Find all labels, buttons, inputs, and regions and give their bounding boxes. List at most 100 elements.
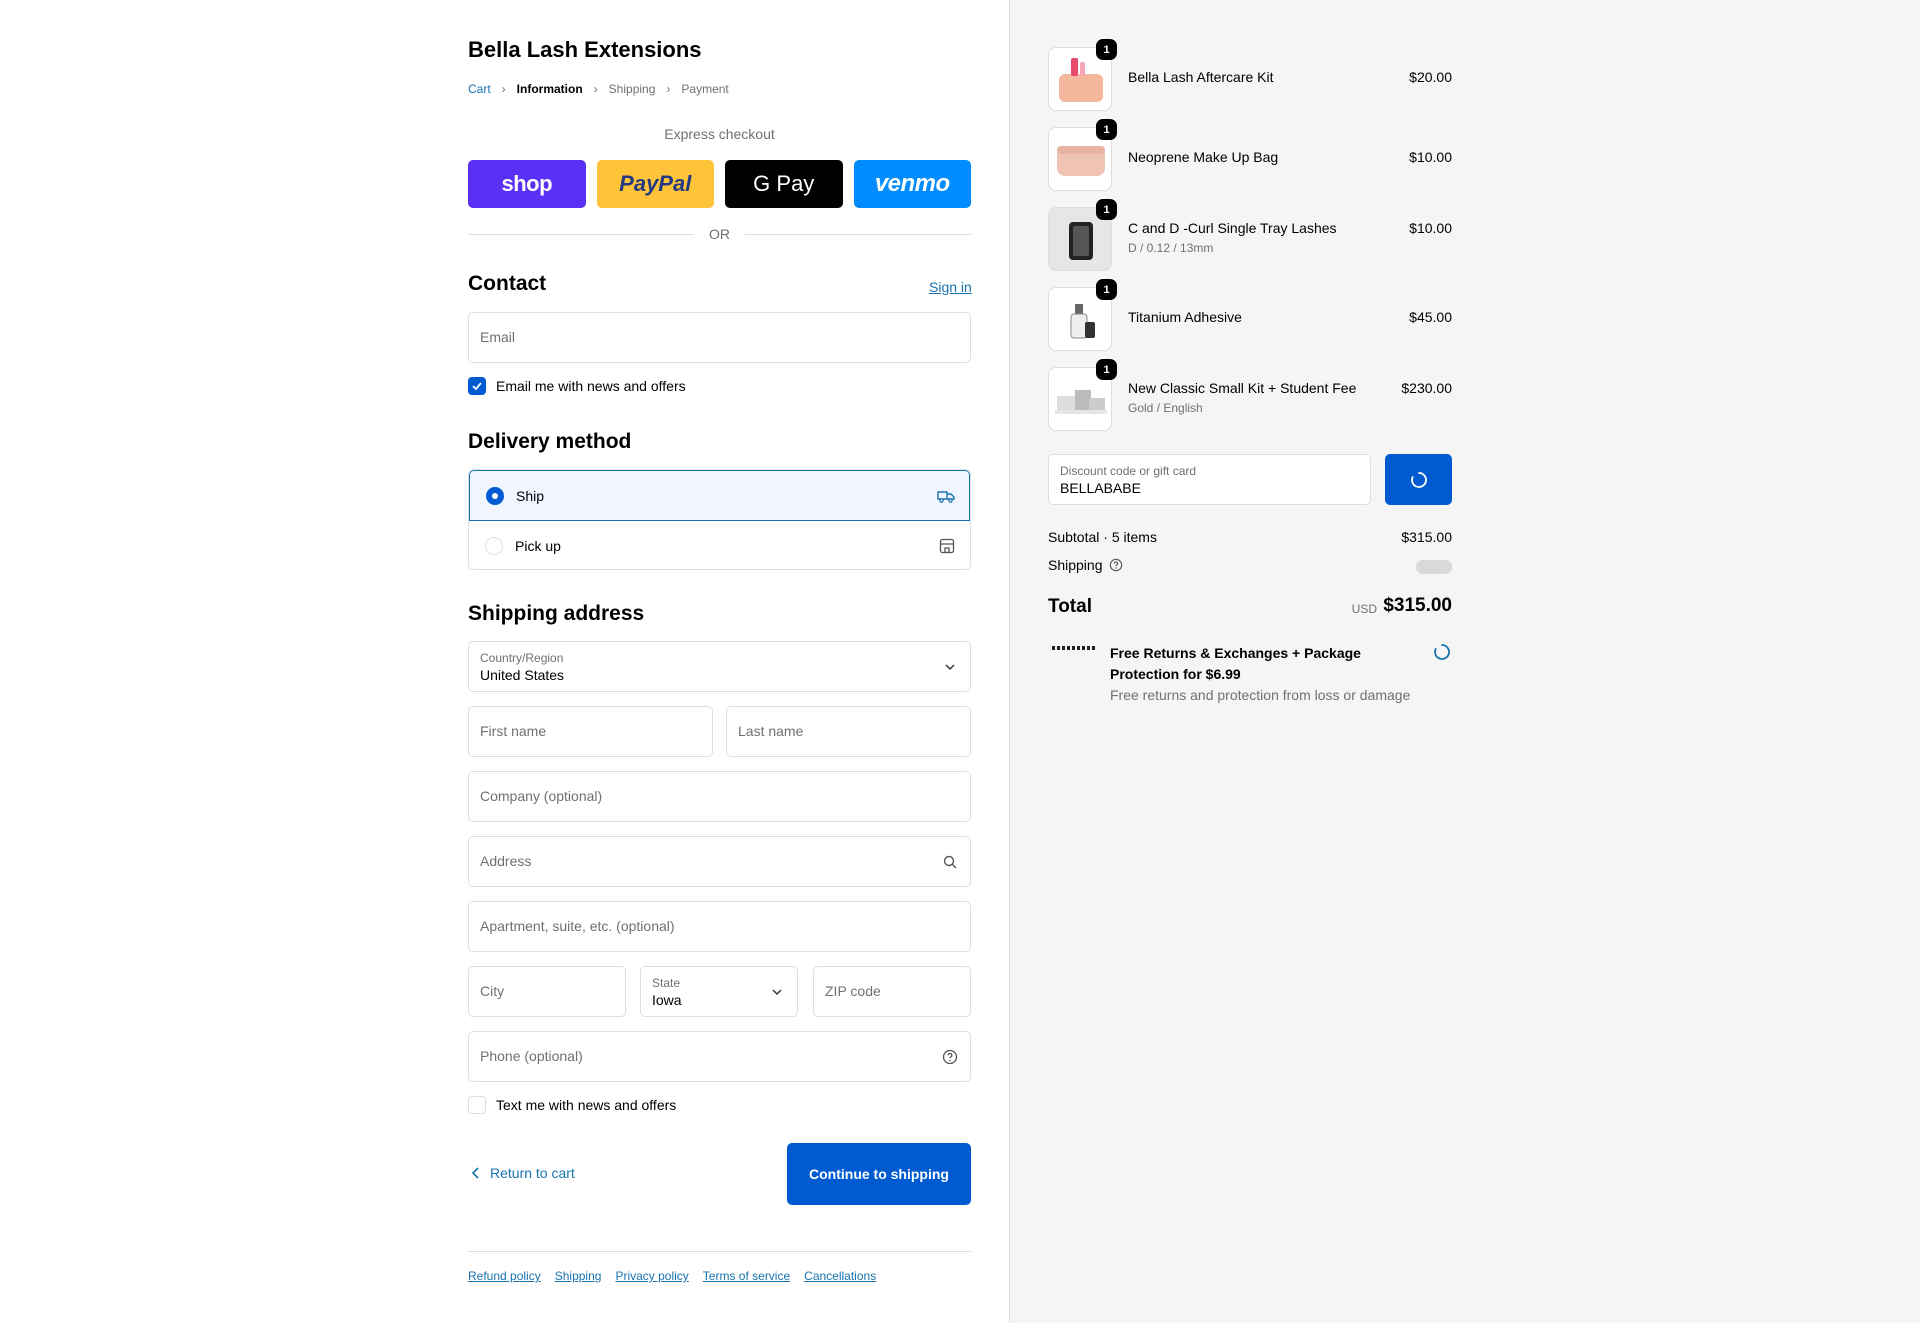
delivery-options: Ship Pick up [468,469,971,570]
chevron-left-icon [471,1167,479,1179]
company-field[interactable]: Company (optional) [468,771,971,822]
phone-field[interactable]: Phone (optional) [468,1031,971,1082]
address-field[interactable]: Address [468,836,971,887]
state-value: Iowa [652,992,682,1008]
zip-placeholder: ZIP code [825,983,881,999]
ship-label: Ship [516,487,545,504]
help-icon[interactable] [942,1049,958,1065]
breadcrumb: Cart › Information › Shipping › Payment [468,82,729,96]
pickup-radio[interactable] [485,537,503,555]
last-name-field[interactable]: Last name [726,706,971,757]
ship-radio[interactable] [486,486,504,505]
email-news-checkbox-row[interactable]: Email me with news and offers [468,377,686,395]
express-checkout-buttons: shop PayPal G Pay venmo [468,160,971,208]
sign-in-link[interactable]: Sign in [929,279,972,295]
privacy-policy-link[interactable]: Privacy policy [615,1269,688,1283]
delivery-option-pickup[interactable]: Pick up [469,521,970,569]
google-pay-logo: G Pay [753,171,815,196]
package-protection-offer[interactable]: Free Returns & Exchanges + Package Prote… [1048,642,1452,703]
item-variant: Gold / English [1128,401,1203,415]
order-item: 1 New Classic Small Kit + Student Fee Go… [1048,359,1452,431]
city-field[interactable]: City [468,966,626,1017]
apply-discount-button[interactable] [1385,454,1452,505]
country-value: United States [480,667,565,683]
venmo-button[interactable]: venmo [853,160,971,208]
address-placeholder: Address [480,853,532,869]
item-variant: D / 0.12 / 13mm [1128,241,1214,255]
breadcrumb-shipping: Shipping [608,82,656,96]
email-news-checkbox[interactable] [468,377,486,395]
item-price: $10.00 [1409,149,1452,165]
item-price: $10.00 [1409,220,1452,236]
subtotal-label: Subtotal · 5 items [1048,529,1157,545]
delivery-option-ship[interactable]: Ship [469,470,970,521]
delivery-heading: Delivery method [468,430,632,453]
store-icon [939,538,955,554]
discount-label: Discount code or gift card [1060,464,1197,478]
item-name: Neoprene Make Up Bag [1128,149,1279,165]
country-select[interactable]: Country/Region United States [468,641,971,692]
breadcrumb-payment: Payment [681,82,729,96]
order-item: 1 Bella Lash Aftercare Kit $20.00 [1048,39,1452,111]
item-name: New Classic Small Kit + Student Fee [1128,380,1357,396]
total-currency: USD [1351,602,1377,616]
shop-pay-button[interactable]: shop [468,160,586,208]
google-pay-button[interactable]: G Pay [725,160,843,208]
country-label: Country/Region [480,651,564,665]
truck-icon [937,491,955,503]
item-price: $45.00 [1409,309,1452,325]
contact-heading: Contact [468,272,547,295]
shipping-address-heading: Shipping address [468,602,645,625]
chevron-down-icon [945,664,955,671]
shipping-loading-placeholder [1416,560,1452,574]
spinner-icon [1410,471,1427,488]
chevron-down-icon [772,989,782,996]
shipping-label: Shipping [1048,557,1103,573]
last-name-placeholder: Last name [738,723,804,739]
city-placeholder: City [480,983,505,999]
apartment-field[interactable]: Apartment, suite, etc. (optional) [468,901,971,952]
return-to-cart-label: Return to cart [490,1165,575,1181]
shipping-row: Shipping [1048,557,1452,574]
total-row: Total USD $315.00 [1048,594,1452,620]
paypal-button[interactable]: PayPal [596,160,714,208]
chevron-right-icon: › [593,82,598,96]
continue-to-shipping-button[interactable]: Continue to shipping [787,1143,971,1205]
order-item: 1 C and D -Curl Single Tray Lashes D / 0… [1048,199,1452,271]
return-to-cart-link[interactable]: Return to cart [468,1165,575,1181]
help-icon[interactable] [1109,558,1123,572]
chevron-right-icon: › [501,82,506,96]
refund-policy-link[interactable]: Refund policy [468,1269,541,1283]
footer-divider [468,1251,971,1252]
apartment-placeholder: Apartment, suite, etc. (optional) [480,918,675,934]
text-news-checkbox-row[interactable]: Text me with news and offers [468,1096,676,1114]
zip-field[interactable]: ZIP code [813,966,971,1017]
quantity-badge: 1 [1096,39,1117,60]
protection-logo [1052,646,1096,650]
quantity-badge: 1 [1096,279,1117,300]
terms-of-service-link[interactable]: Terms of service [703,1269,790,1283]
cancellations-link[interactable]: Cancellations [804,1269,876,1283]
subtotal-value: $315.00 [1401,529,1452,545]
total-label: Total [1048,596,1092,617]
or-divider: OR [468,226,971,242]
item-price: $20.00 [1409,69,1452,85]
subtotal-row: Subtotal · 5 items $315.00 [1048,529,1452,545]
quantity-badge: 1 [1096,119,1117,140]
protection-title: Free Returns & Exchanges + Package Prote… [1110,645,1361,682]
policy-links: Refund policy Shipping Privacy policy Te… [468,1269,876,1283]
email-placeholder: Email [480,329,516,345]
protection-description: Free returns and protection from loss or… [1110,687,1411,703]
paypal-logo: PayPal [619,171,692,196]
breadcrumb-cart[interactable]: Cart [468,82,491,96]
state-select[interactable]: State Iowa [640,966,798,1017]
discount-code-input[interactable]: Discount code or gift card BELLABABE [1048,454,1371,505]
store-title[interactable]: Bella Lash Extensions [468,37,702,63]
spinner-icon [1434,644,1450,660]
text-news-checkbox[interactable] [468,1096,486,1114]
first-name-field[interactable]: First name [468,706,713,757]
total-value: $315.00 [1383,595,1452,616]
shipping-policy-link[interactable]: Shipping [555,1269,602,1283]
or-label: OR [709,226,730,242]
email-field[interactable]: Email [468,312,971,363]
